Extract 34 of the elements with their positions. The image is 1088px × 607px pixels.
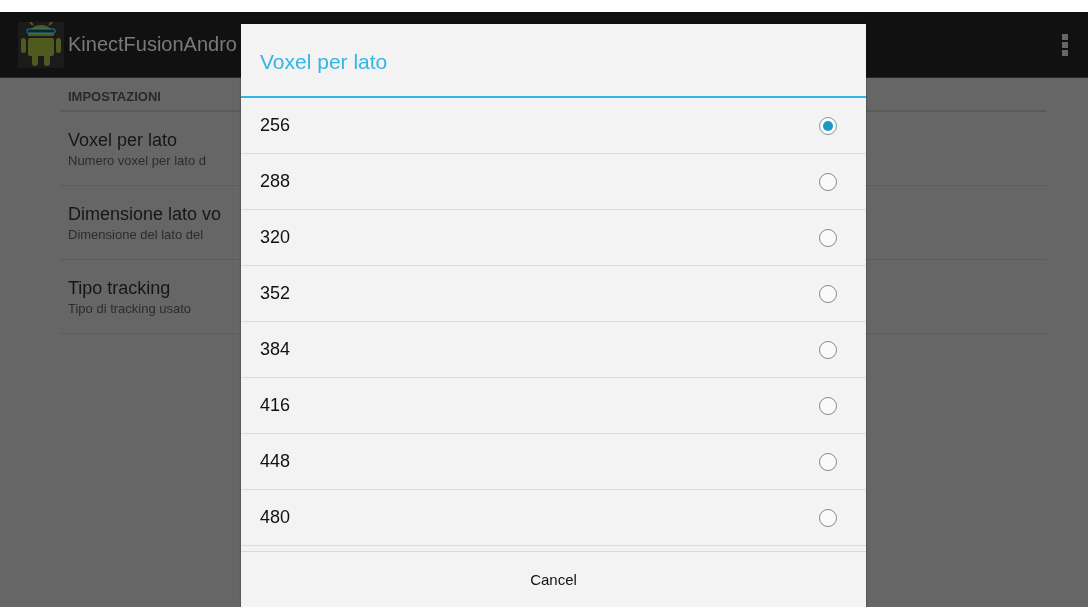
- app-title: KinectFusionAndro: [68, 33, 237, 56]
- android-robot-icon[interactable]: [18, 21, 64, 68]
- option-label: 288: [260, 171, 291, 192]
- option-row[interactable]: 320: [241, 210, 866, 266]
- option-row[interactable]: 480: [241, 490, 866, 546]
- option-label: 480: [260, 507, 291, 528]
- preference-summary: Numero voxel per lato d: [68, 153, 206, 168]
- option-label: 448: [260, 451, 291, 472]
- radio-button[interactable]: [819, 340, 837, 359]
- option-row[interactable]: 256: [241, 98, 866, 154]
- option-row[interactable]: 352: [241, 266, 866, 322]
- option-row[interactable]: 384: [241, 322, 866, 378]
- radio-button[interactable]: [819, 116, 837, 135]
- option-label: 416: [260, 395, 291, 416]
- radio-button[interactable]: [819, 452, 837, 471]
- preference-title: Dimensione lato vo: [68, 204, 222, 225]
- radio-button[interactable]: [819, 228, 837, 247]
- preference-summary: Dimensione del lato del: [68, 227, 204, 242]
- option-row[interactable]: 448: [241, 434, 866, 490]
- radio-button[interactable]: [819, 172, 837, 191]
- option-label: 352: [260, 283, 291, 304]
- option-label: 320: [260, 227, 291, 248]
- option-label: 256: [260, 115, 291, 136]
- dialog-title: Voxel per lato: [241, 24, 866, 98]
- cancel-button[interactable]: Cancel: [241, 551, 866, 607]
- radio-button[interactable]: [819, 396, 837, 415]
- option-label: 384: [260, 339, 291, 360]
- radio-button[interactable]: [819, 508, 837, 527]
- preference-title: Tipo tracking: [68, 278, 171, 299]
- option-row[interactable]: 288: [241, 154, 866, 210]
- overflow-menu-icon[interactable]: [1062, 33, 1068, 56]
- preference-title: Voxel per lato: [68, 130, 178, 151]
- radio-button[interactable]: [819, 284, 837, 303]
- option-row[interactable]: 416: [241, 378, 866, 434]
